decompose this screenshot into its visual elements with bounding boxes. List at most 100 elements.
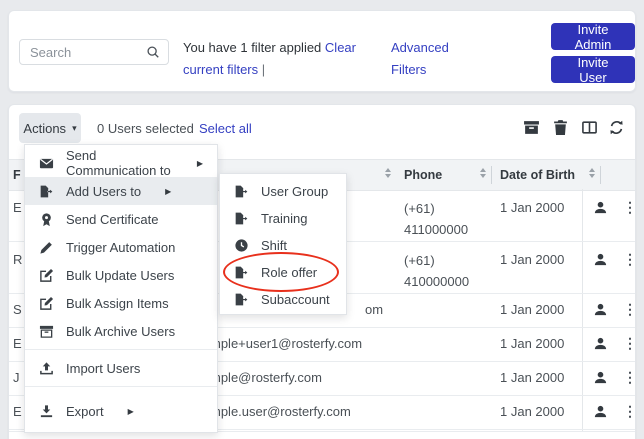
filter-separator: | (262, 62, 265, 77)
cell-first-name: J (13, 370, 20, 385)
select-all-link[interactable]: Select all (199, 121, 252, 136)
users-table-card: Actions ▾ 0 Users selected Select all F (8, 104, 636, 439)
caret-right-icon: ▶ (165, 187, 171, 196)
submenu-item-user-group[interactable]: User Group (220, 178, 346, 205)
menu-item-trigger-automation[interactable]: Trigger Automation (25, 233, 217, 261)
kebab-icon[interactable]: ⋮ (623, 252, 637, 266)
invite-admin-button[interactable]: Invite Admin (551, 23, 635, 50)
header-first-name-fragment: F (13, 168, 21, 182)
menu-item-import-users[interactable]: Import Users (25, 354, 217, 382)
archive-icon[interactable] (523, 119, 540, 136)
advanced-filters-wrap: Advanced Filters (391, 37, 463, 81)
cell-dob: 1 Jan 2000 (500, 404, 564, 419)
cell-first-name: S (13, 302, 22, 317)
submenu-item-subaccount[interactable]: Subaccount (220, 286, 346, 313)
kebab-icon[interactable]: ⋮ (623, 370, 637, 384)
cell-email: om (365, 302, 383, 317)
person-icon[interactable] (593, 302, 608, 317)
magnifier-icon (146, 45, 160, 59)
refresh-icon[interactable] (608, 119, 625, 136)
kebab-icon[interactable]: ⋮ (623, 404, 637, 418)
filter-status: You have 1 filter applied Clear current … (183, 37, 383, 81)
cell-dob: 1 Jan 2000 (500, 336, 564, 351)
submenu-item-shift[interactable]: Shift (220, 232, 346, 259)
submenu-item-label: Subaccount (261, 292, 330, 307)
header-divider (600, 166, 601, 184)
menu-divider (25, 386, 217, 387)
submenu-item-label: Training (261, 211, 307, 226)
submenu-item-training[interactable]: Training (220, 205, 346, 232)
menu-item-label: Bulk Archive Users (66, 324, 175, 339)
kebab-icon[interactable]: ⋮ (623, 200, 637, 214)
pencil-icon (39, 240, 54, 255)
envelope-icon (39, 156, 54, 171)
sort-icon[interactable] (480, 168, 486, 178)
person-icon[interactable] (593, 336, 608, 351)
filter-status-text: You have 1 filter applied (183, 40, 321, 55)
pen-square-icon (39, 268, 54, 283)
cell-dob: 1 Jan 2000 (500, 252, 564, 267)
cell-first-name: E (13, 336, 22, 351)
header-phone[interactable]: Phone (404, 168, 442, 182)
file-export-icon (234, 265, 249, 280)
menu-item-bulk-update-users[interactable]: Bulk Update Users (25, 261, 217, 289)
certificate-icon (39, 212, 54, 227)
menu-item-send-communication-to[interactable]: Send Communication to ▶ (25, 149, 217, 177)
sort-icon[interactable] (589, 168, 595, 178)
menu-item-add-users-to[interactable]: Add Users to ▶ (25, 177, 217, 205)
search-input[interactable] (28, 44, 160, 61)
cell-phone: (+61)410000000 (404, 250, 469, 292)
cell-dob: 1 Jan 2000 (500, 370, 564, 385)
user-management-page: You have 1 filter applied Clear current … (0, 0, 644, 439)
person-icon[interactable] (593, 404, 608, 419)
upload-icon (39, 361, 54, 376)
submenu-item-role-offer[interactable]: Role offer (220, 259, 346, 286)
caret-down-icon: ▾ (72, 123, 77, 134)
person-icon[interactable] (593, 200, 608, 215)
download-icon (39, 404, 54, 419)
menu-item-label: Export (66, 404, 104, 419)
kebab-icon[interactable]: ⋮ (623, 336, 637, 350)
search-box (19, 39, 169, 65)
advanced-filters-link[interactable]: Advanced Filters (391, 40, 449, 77)
header-date-of-birth[interactable]: Date of Birth (500, 168, 575, 182)
cell-first-name: E (13, 200, 22, 215)
cell-first-name: R (13, 252, 22, 267)
trash-icon[interactable] (552, 119, 569, 136)
menu-item-bulk-archive-users[interactable]: Bulk Archive Users (25, 317, 217, 345)
cell-email: mple.user@rosterfy.com (210, 404, 351, 419)
menu-item-bulk-assign-items[interactable]: Bulk Assign Items (25, 289, 217, 317)
actions-button-label: Actions (23, 121, 66, 136)
actions-menu: Send Communication to ▶ Add Users to ▶ (24, 144, 218, 433)
file-export-icon (234, 292, 249, 307)
archive-icon (39, 324, 54, 339)
submenu-item-label: Role offer (261, 265, 317, 280)
menu-item-label: Add Users to (66, 184, 141, 199)
caret-right-icon: ▶ (197, 159, 203, 168)
selected-status: 0 Users selected (97, 121, 194, 136)
cell-email: mple+user1@rosterfy.com (210, 336, 362, 351)
cell-first-name: E (13, 404, 22, 419)
sort-icon[interactable] (385, 168, 391, 178)
caret-right-icon: ▶ (128, 407, 134, 416)
columns-icon[interactable] (581, 119, 598, 136)
actions-button[interactable]: Actions ▾ (19, 113, 81, 143)
person-icon[interactable] (593, 252, 608, 267)
file-export-icon (39, 184, 54, 199)
add-users-submenu: User Group Training Shift (219, 173, 347, 315)
menu-item-label: Import Users (66, 361, 140, 376)
submenu-item-label: Shift (261, 238, 287, 253)
person-icon[interactable] (593, 370, 608, 385)
invite-user-button[interactable]: Invite User (551, 56, 635, 83)
cell-dob: 1 Jan 2000 (500, 302, 564, 317)
menu-item-label: Trigger Automation (66, 240, 175, 255)
menu-item-label: Send Communication to (66, 148, 173, 178)
menu-item-send-certificate[interactable]: Send Certificate (25, 205, 217, 233)
pen-square-icon (39, 296, 54, 311)
menu-item-export[interactable]: Export ▶ (25, 397, 217, 425)
filter-card: You have 1 filter applied Clear current … (8, 10, 636, 92)
submenu-item-label: User Group (261, 184, 328, 199)
menu-divider (25, 349, 217, 350)
kebab-icon[interactable]: ⋮ (623, 302, 637, 316)
cell-email: mple@rosterfy.com (210, 370, 322, 385)
